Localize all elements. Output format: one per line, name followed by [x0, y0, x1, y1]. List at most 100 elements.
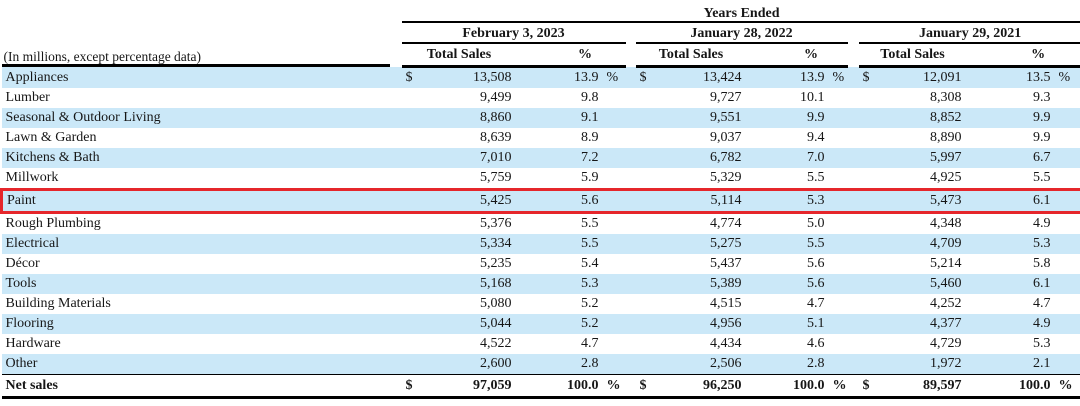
table-row: Millwork5,7595.95,3295.54,9255.5 — [2, 168, 1080, 190]
total-sales-value: 5,275 — [654, 234, 747, 254]
percent-sign — [1054, 274, 1080, 294]
total-sales-value: 4,252 — [879, 294, 967, 314]
row-label: Lumber — [2, 88, 402, 108]
column-gap — [848, 88, 859, 108]
total-sales-value: 8,852 — [879, 108, 967, 128]
percent-value: 5.3 — [747, 190, 828, 213]
dollar-sign — [402, 168, 422, 190]
years-ended-row: Years Ended — [2, 2, 1080, 22]
total-sales-value: 97,059 — [422, 375, 517, 398]
dollar-sign — [636, 168, 654, 190]
total-sales-value: 5,168 — [422, 274, 517, 294]
percent-sign — [1054, 354, 1080, 375]
column-gap — [848, 108, 859, 128]
dollar-sign — [859, 314, 879, 334]
table-row: Net sales$97,059100.0%$96,250100.0%$89,5… — [2, 375, 1080, 398]
percent-value: 100.0 — [517, 375, 602, 398]
dollar-sign — [636, 190, 654, 213]
dollar-sign — [636, 148, 654, 168]
row-label: Electrical — [2, 234, 402, 254]
percent-value: 5.6 — [747, 274, 828, 294]
percent-value: 6.1 — [967, 274, 1054, 294]
percent-sign — [602, 168, 626, 190]
total-sales-value: 5,473 — [879, 190, 967, 213]
dollar-sign — [859, 128, 879, 148]
column-gap — [626, 168, 636, 190]
percent-value: 9.9 — [967, 108, 1054, 128]
percent-sign — [602, 254, 626, 274]
percent-value: 4.6 — [747, 334, 828, 354]
dollar-sign — [859, 213, 879, 235]
total-sales-value: 2,600 — [422, 354, 517, 375]
total-sales-value: 8,890 — [879, 128, 967, 148]
total-sales-header: Total Sales — [402, 43, 517, 67]
percent-sign: % — [828, 67, 848, 89]
total-sales-value: 5,080 — [422, 294, 517, 314]
percent-value: 5.3 — [517, 274, 602, 294]
percent-sign — [1054, 88, 1080, 108]
percent-sign — [828, 334, 848, 354]
column-gap — [848, 274, 859, 294]
row-label: Tools — [2, 274, 402, 294]
column-gap — [626, 128, 636, 148]
percent-sign — [602, 88, 626, 108]
percent-sign — [828, 148, 848, 168]
percent-value: 5.9 — [517, 168, 602, 190]
percent-value: 8.9 — [517, 128, 602, 148]
column-gap — [626, 108, 636, 128]
dollar-sign — [859, 190, 879, 213]
total-sales-value: 5,425 — [422, 190, 517, 213]
percent-sign — [1054, 334, 1080, 354]
percent-value: 7.0 — [747, 148, 828, 168]
column-gap — [626, 190, 636, 213]
total-sales-value: 7,010 — [422, 148, 517, 168]
table-row: Flooring5,0445.24,9565.14,3774.9 — [2, 314, 1080, 334]
total-sales-value: 13,508 — [422, 67, 517, 89]
period-header-2022: January 28, 2022 — [636, 22, 848, 43]
dollar-sign — [636, 128, 654, 148]
percent-sign: % — [1054, 67, 1080, 89]
total-sales-value: 4,348 — [879, 213, 967, 235]
percent-value: 5.4 — [517, 254, 602, 274]
percent-sign — [1054, 213, 1080, 235]
column-gap — [626, 148, 636, 168]
total-sales-value: 5,460 — [879, 274, 967, 294]
percent-sign — [602, 190, 626, 213]
percent-sign — [828, 128, 848, 148]
period-header-2021: January 29, 2021 — [859, 22, 1080, 43]
percent-sign: % — [602, 375, 626, 398]
percent-sign — [602, 274, 626, 294]
percent-value: 100.0 — [747, 375, 828, 398]
dollar-sign: $ — [636, 375, 654, 398]
table-row: Rough Plumbing5,3765.54,7745.04,3484.9 — [2, 213, 1080, 235]
column-gap — [626, 234, 636, 254]
percent-value: 5.0 — [747, 213, 828, 235]
total-sales-value: 5,759 — [422, 168, 517, 190]
dollar-sign — [402, 334, 422, 354]
column-gap — [626, 274, 636, 294]
dollar-sign — [402, 108, 422, 128]
percent-value: 5.5 — [517, 234, 602, 254]
row-label: Paint — [2, 190, 402, 213]
period-header-2023: February 3, 2023 — [402, 22, 626, 43]
percent-sign — [602, 148, 626, 168]
table-row: Hardware4,5224.74,4344.64,7295.3 — [2, 334, 1080, 354]
percent-sign — [602, 314, 626, 334]
total-sales-value: 5,389 — [654, 274, 747, 294]
total-sales-value: 5,214 — [879, 254, 967, 274]
dollar-sign — [636, 294, 654, 314]
total-sales-value: 5,437 — [654, 254, 747, 274]
row-label: Rough Plumbing — [2, 213, 402, 235]
total-sales-value: 9,037 — [654, 128, 747, 148]
dollar-sign — [636, 314, 654, 334]
header-spacer — [2, 22, 402, 43]
dollar-sign — [859, 274, 879, 294]
percent-sign — [602, 128, 626, 148]
percent-value: 5.2 — [517, 294, 602, 314]
column-gap — [626, 43, 636, 67]
percent-value: 4.7 — [967, 294, 1054, 314]
dollar-sign — [859, 254, 879, 274]
percent-sign — [1054, 190, 1080, 213]
dollar-sign — [402, 213, 422, 235]
dollar-sign — [402, 274, 422, 294]
